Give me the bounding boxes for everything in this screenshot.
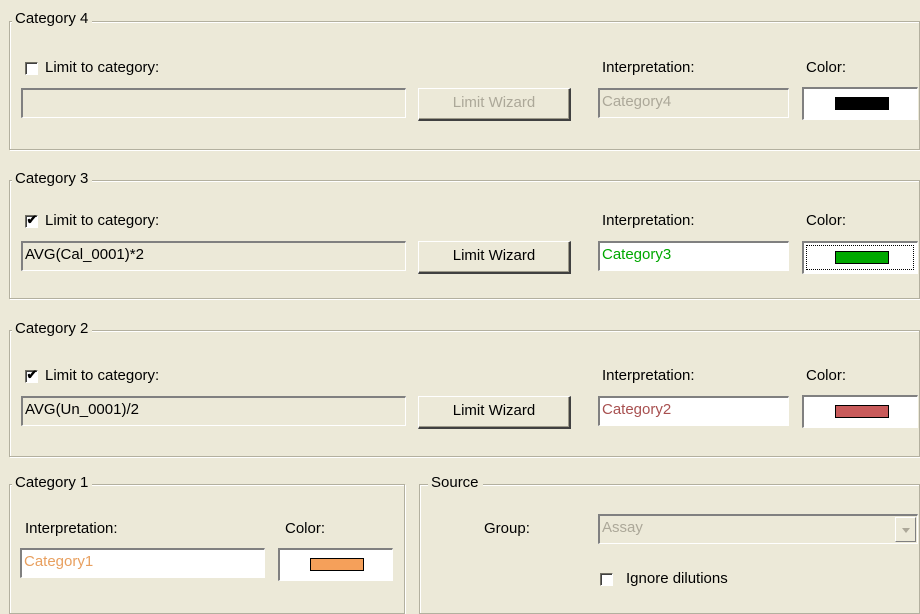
category4-limit-label: Limit to category: (45, 59, 160, 76)
source-group-label: Group: (484, 520, 530, 537)
ignore-dilutions-label: Ignore dilutions (626, 570, 728, 587)
category3-title: Category 3 (12, 170, 93, 188)
category2-interpretation-input[interactable]: Category2 (598, 396, 789, 426)
source-groupbox (419, 484, 920, 614)
category4-limit-checkbox[interactable] (25, 62, 38, 75)
category3-color-button[interactable] (802, 241, 918, 274)
category4-color-label: Color: (806, 59, 847, 76)
category2-color-swatch (835, 405, 889, 418)
category3-color-swatch (835, 251, 889, 264)
source-group-value: Assay (602, 519, 643, 536)
ignore-dilutions-checkbox[interactable] (600, 573, 613, 586)
category4-limit-wizard-button[interactable]: Limit Wizard (418, 88, 571, 121)
category3-limit-label: Limit to category: (45, 212, 160, 229)
category3-check-mark: ✔ (26, 212, 38, 227)
category2-color-label: Color: (806, 367, 847, 384)
source-group-select[interactable]: Assay (598, 514, 918, 544)
category2-limit-wizard-button[interactable]: Limit Wizard (418, 396, 571, 429)
category3-groupbox (9, 180, 920, 299)
category3-interpretation-label: Interpretation: (602, 212, 695, 229)
category3-color-label: Color: (806, 212, 847, 229)
category2-limit-input[interactable]: AVG(Un_0001)/2 (21, 396, 406, 426)
category4-color-swatch (835, 97, 889, 110)
category1-color-label: Color: (285, 520, 326, 537)
category4-color-button[interactable] (802, 87, 918, 120)
category3-limit-input[interactable]: AVG(Cal_0001)*2 (21, 241, 406, 271)
category4-interpretation-input[interactable]: Category4 (598, 88, 789, 118)
category3-interpretation-input[interactable]: Category3 (598, 241, 789, 271)
category3-limit-wizard-button[interactable]: Limit Wizard (418, 241, 571, 274)
category4-title: Category 4 (12, 10, 93, 28)
category1-color-swatch (310, 558, 364, 571)
category1-interpretation-label: Interpretation: (25, 520, 118, 537)
category2-groupbox (9, 330, 920, 457)
category2-title: Category 2 (12, 320, 93, 338)
category2-limit-checkbox[interactable]: ✔ (25, 367, 38, 383)
category4-interpretation-label: Interpretation: (602, 59, 695, 76)
category2-limit-label: Limit to category: (45, 367, 160, 384)
category1-title: Category 1 (12, 474, 93, 492)
source-title: Source (428, 474, 483, 492)
category2-color-button[interactable] (802, 395, 918, 428)
chevron-down-icon[interactable] (895, 517, 916, 542)
category4-limit-input[interactable] (21, 88, 406, 118)
category3-limit-checkbox[interactable]: ✔ (25, 212, 38, 228)
category4-groupbox (9, 21, 920, 150)
category2-check-mark: ✔ (26, 367, 38, 382)
category2-interpretation-label: Interpretation: (602, 367, 695, 384)
category1-color-button[interactable] (278, 548, 393, 581)
category1-interpretation-input[interactable]: Category1 (20, 548, 265, 578)
